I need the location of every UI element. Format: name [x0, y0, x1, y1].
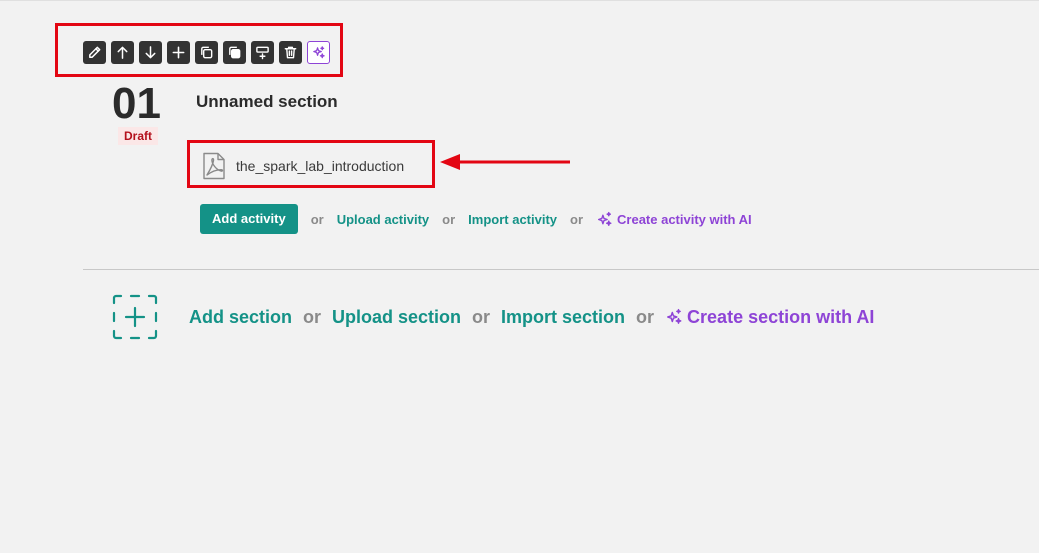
create-activity-ai-label: Create activity with AI	[617, 211, 752, 227]
toolbar-highlight-box	[55, 23, 343, 77]
section-actions: Add section or Upload section or Import …	[189, 304, 874, 330]
add-section-icon[interactable]	[112, 294, 158, 340]
annotation-arrow	[440, 154, 570, 170]
import-section-link[interactable]: Import section	[501, 307, 625, 328]
upload-section-link[interactable]: Upload section	[332, 307, 461, 328]
or-separator: or	[472, 306, 491, 327]
add-activity-button[interactable]: Add activity	[200, 204, 298, 234]
or-separator: or	[442, 211, 456, 227]
or-separator: or	[636, 306, 655, 327]
create-section-ai-link[interactable]: Create section with AI	[665, 307, 874, 328]
section-divider	[83, 269, 1039, 270]
sparkle-icon	[597, 211, 612, 226]
import-activity-link[interactable]: Import activity	[468, 212, 557, 227]
status-badge: Draft	[118, 127, 159, 145]
activity-highlight-box	[187, 140, 435, 188]
or-separator: or	[310, 211, 324, 227]
section-number: 01	[112, 79, 161, 128]
add-section-link[interactable]: Add section	[189, 307, 292, 328]
course-editor-page: 01 Draft Unnamed section the_spark_lab_i…	[0, 0, 1039, 553]
create-activity-ai-link[interactable]: Create activity with AI	[596, 211, 752, 228]
sparkle-icon	[667, 308, 682, 324]
or-separator: or	[303, 306, 322, 327]
upload-activity-link[interactable]: Upload activity	[337, 212, 429, 227]
create-section-ai-label: Create section with AI	[687, 306, 875, 327]
section-title[interactable]: Unnamed section	[196, 92, 338, 112]
activity-actions: Add activity or Upload activity or Impor…	[200, 204, 752, 234]
or-separator: or	[570, 211, 584, 227]
